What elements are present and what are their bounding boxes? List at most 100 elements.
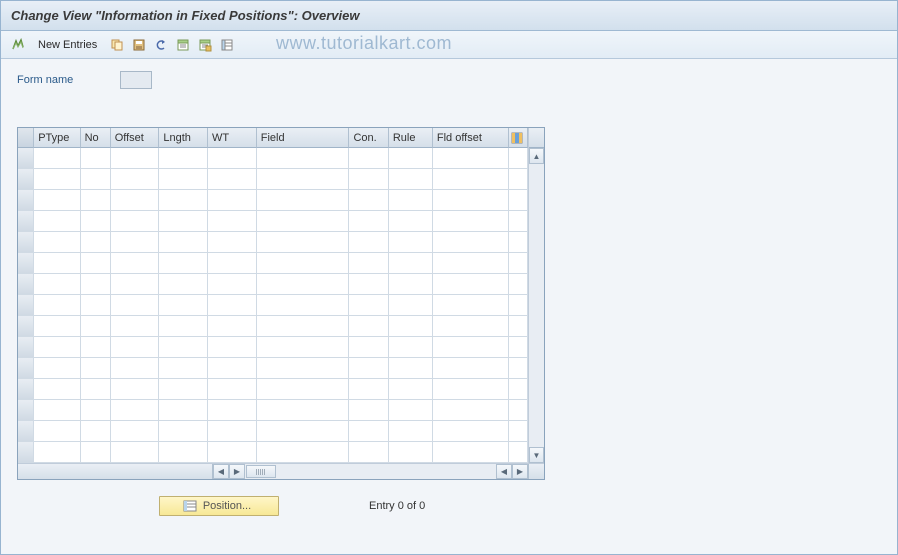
- column-header-lngth[interactable]: Lngth: [159, 128, 208, 148]
- column-header-rule[interactable]: Rule: [389, 128, 433, 148]
- cell-offset[interactable]: [111, 211, 160, 232]
- undo-icon[interactable]: [152, 36, 170, 54]
- row-selector[interactable]: [18, 316, 34, 337]
- cell-offset[interactable]: [111, 421, 160, 442]
- cell-fldoffset[interactable]: [433, 379, 510, 400]
- cell-lngth[interactable]: [159, 253, 208, 274]
- column-header-field[interactable]: Field: [257, 128, 350, 148]
- column-header-wt[interactable]: WT: [208, 128, 257, 148]
- cell-ptype[interactable]: [34, 421, 80, 442]
- table-config-button[interactable]: [509, 128, 528, 148]
- column-header-no[interactable]: No: [81, 128, 111, 148]
- cell-field[interactable]: [257, 421, 350, 442]
- cell-rule[interactable]: [389, 358, 433, 379]
- toggle-icon[interactable]: [9, 36, 27, 54]
- cell-rule[interactable]: [389, 337, 433, 358]
- cell-offset[interactable]: [111, 253, 160, 274]
- cell-lngth[interactable]: [159, 337, 208, 358]
- row-selector[interactable]: [18, 295, 34, 316]
- cell-con[interactable]: [349, 337, 388, 358]
- cell-no[interactable]: [81, 421, 111, 442]
- cell-ptype[interactable]: [34, 274, 80, 295]
- cell-rule[interactable]: [389, 232, 433, 253]
- horizontal-scroll-thumb[interactable]: [246, 465, 276, 478]
- deselect-all-icon[interactable]: [196, 36, 214, 54]
- row-selector[interactable]: [18, 253, 34, 274]
- cell-con[interactable]: [349, 379, 388, 400]
- cell-ptype[interactable]: [34, 148, 80, 169]
- cell-wt[interactable]: [208, 358, 257, 379]
- cell-wt[interactable]: [208, 442, 257, 463]
- cell-no[interactable]: [81, 295, 111, 316]
- scroll-left-end-button[interactable]: ◀: [496, 464, 512, 479]
- cell-no[interactable]: [81, 337, 111, 358]
- cell-ptype[interactable]: [34, 232, 80, 253]
- cell-no[interactable]: [81, 400, 111, 421]
- cell-ptype[interactable]: [34, 442, 80, 463]
- scroll-right-end-button[interactable]: ▶: [512, 464, 528, 479]
- cell-no[interactable]: [81, 274, 111, 295]
- cell-wt[interactable]: [208, 253, 257, 274]
- cell-ptype[interactable]: [34, 211, 80, 232]
- row-selector[interactable]: [18, 337, 34, 358]
- cell-rule[interactable]: [389, 295, 433, 316]
- cell-rule[interactable]: [389, 400, 433, 421]
- cell-no[interactable]: [81, 190, 111, 211]
- cell-con[interactable]: [349, 169, 388, 190]
- cell-no[interactable]: [81, 232, 111, 253]
- cell-rule[interactable]: [389, 379, 433, 400]
- cell-ptype[interactable]: [34, 190, 80, 211]
- row-selector[interactable]: [18, 148, 34, 169]
- cell-lngth[interactable]: [159, 295, 208, 316]
- cell-wt[interactable]: [208, 379, 257, 400]
- table-settings-icon[interactable]: [218, 36, 236, 54]
- row-selector[interactable]: [18, 421, 34, 442]
- cell-wt[interactable]: [208, 169, 257, 190]
- cell-field[interactable]: [257, 211, 350, 232]
- cell-offset[interactable]: [111, 295, 160, 316]
- column-header-offset[interactable]: Offset: [111, 128, 160, 148]
- cell-field[interactable]: [257, 295, 350, 316]
- cell-field[interactable]: [257, 316, 350, 337]
- cell-no[interactable]: [81, 442, 111, 463]
- column-header-fldoffset[interactable]: Fld offset: [433, 128, 510, 148]
- cell-lngth[interactable]: [159, 148, 208, 169]
- row-selector[interactable]: [18, 169, 34, 190]
- cell-field[interactable]: [257, 148, 350, 169]
- cell-lngth[interactable]: [159, 442, 208, 463]
- cell-lngth[interactable]: [159, 190, 208, 211]
- cell-offset[interactable]: [111, 148, 160, 169]
- cell-field[interactable]: [257, 232, 350, 253]
- position-button[interactable]: Position...: [159, 496, 279, 516]
- cell-wt[interactable]: [208, 148, 257, 169]
- cell-wt[interactable]: [208, 316, 257, 337]
- cell-field[interactable]: [257, 190, 350, 211]
- cell-con[interactable]: [349, 190, 388, 211]
- cell-wt[interactable]: [208, 400, 257, 421]
- cell-fldoffset[interactable]: [433, 274, 510, 295]
- row-selector[interactable]: [18, 211, 34, 232]
- cell-offset[interactable]: [111, 232, 160, 253]
- cell-offset[interactable]: [111, 379, 160, 400]
- cell-lngth[interactable]: [159, 316, 208, 337]
- cell-ptype[interactable]: [34, 400, 80, 421]
- cell-offset[interactable]: [111, 274, 160, 295]
- scroll-track-vertical[interactable]: [529, 164, 544, 447]
- cell-con[interactable]: [349, 421, 388, 442]
- cell-rule[interactable]: [389, 169, 433, 190]
- cell-ptype[interactable]: [34, 337, 80, 358]
- cell-fldoffset[interactable]: [433, 169, 510, 190]
- cell-fldoffset[interactable]: [433, 190, 510, 211]
- cell-offset[interactable]: [111, 169, 160, 190]
- row-selector[interactable]: [18, 274, 34, 295]
- scroll-left-button[interactable]: ◀: [213, 464, 229, 479]
- cell-fldoffset[interactable]: [433, 442, 510, 463]
- cell-wt[interactable]: [208, 211, 257, 232]
- cell-rule[interactable]: [389, 211, 433, 232]
- cell-fldoffset[interactable]: [433, 253, 510, 274]
- scroll-up-button[interactable]: ▲: [529, 148, 544, 164]
- cell-field[interactable]: [257, 169, 350, 190]
- row-selector[interactable]: [18, 190, 34, 211]
- cell-wt[interactable]: [208, 190, 257, 211]
- cell-offset[interactable]: [111, 316, 160, 337]
